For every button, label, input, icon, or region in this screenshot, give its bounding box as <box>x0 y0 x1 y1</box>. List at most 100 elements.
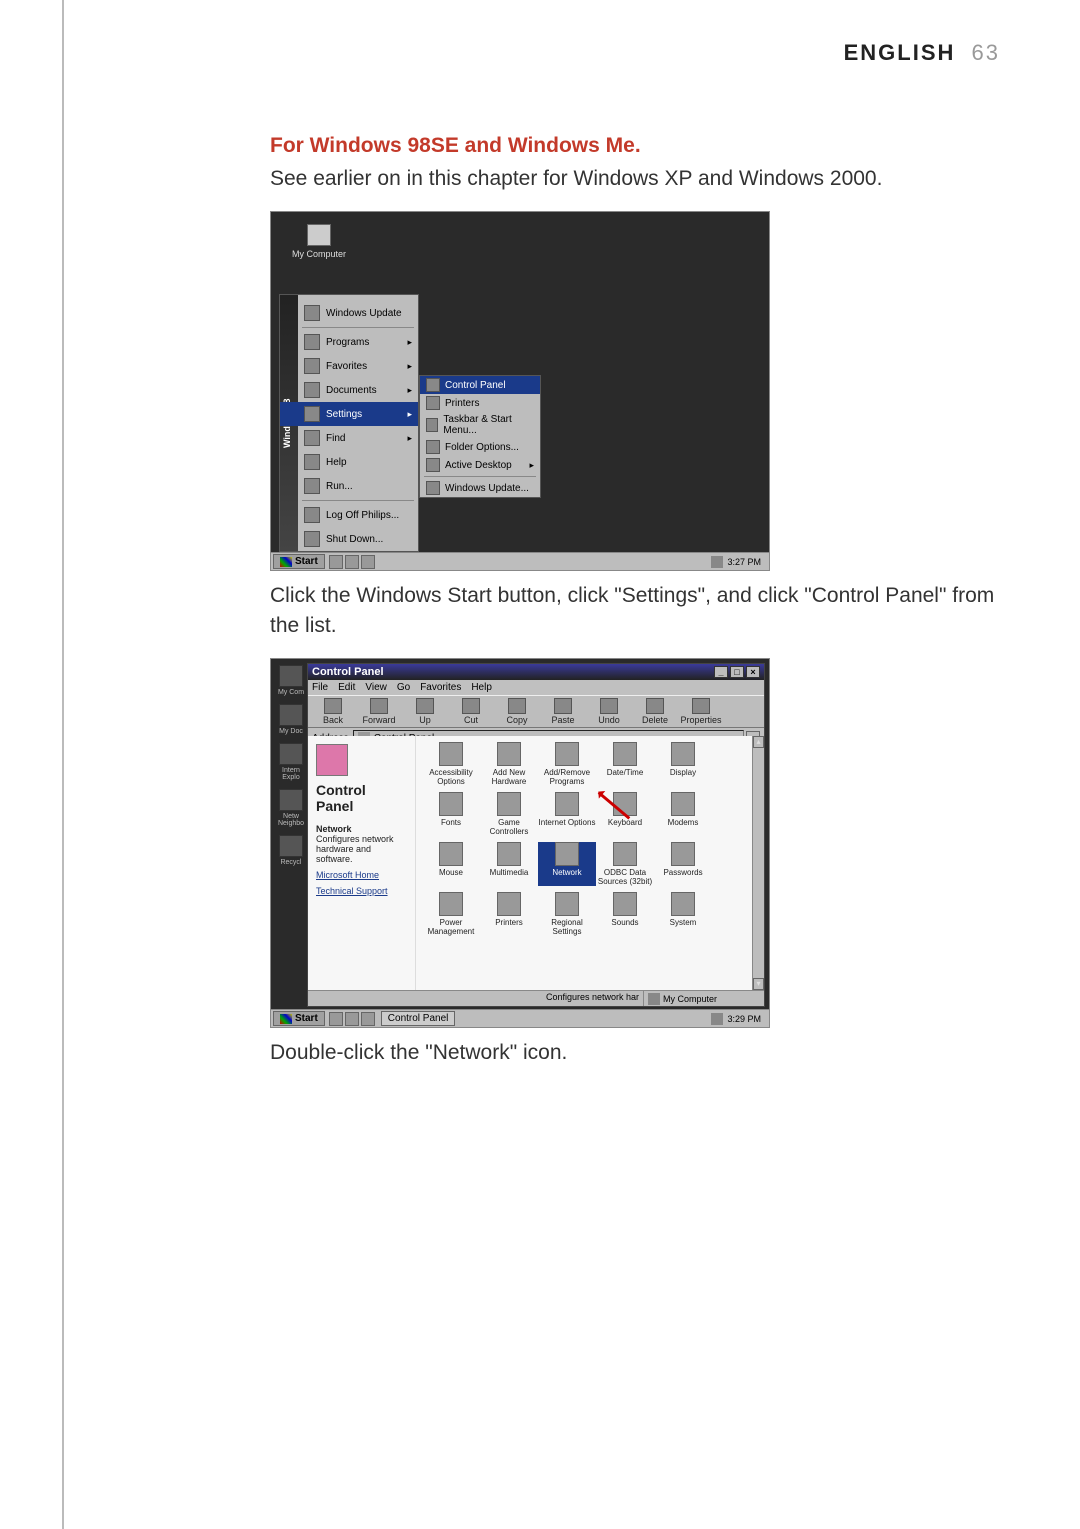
mouse-icon <box>439 842 463 866</box>
cp-printers[interactable]: Printers <box>480 892 538 936</box>
cp-mouse[interactable]: Mouse <box>422 842 480 886</box>
cp-date-time[interactable]: Date/Time <box>596 742 654 786</box>
desktop-icon[interactable] <box>279 704 303 726</box>
minimize-button[interactable]: _ <box>714 666 728 678</box>
tool-undo[interactable]: Undo <box>586 698 632 725</box>
cp-network[interactable]: Network <box>538 842 596 886</box>
menu-edit[interactable]: Edit <box>338 682 355 693</box>
cp-add-hardware[interactable]: Add New Hardware <box>480 742 538 786</box>
menu-find[interactable]: Find▸ <box>280 426 418 450</box>
start-menu: Windows98 Windows Update Programs▸ Favor… <box>279 294 419 552</box>
cp-game[interactable]: Game Controllers <box>480 792 538 836</box>
screenshot-controlpanel: My Com My Doc Intern Explo Netw Neighbo … <box>270 658 770 1028</box>
quicklaunch-icon[interactable] <box>361 555 375 569</box>
menu-favorites[interactable]: Favorites <box>420 682 461 693</box>
menu-help[interactable]: Help <box>280 450 418 474</box>
update-icon <box>304 305 320 321</box>
cp-fonts[interactable]: Fonts <box>422 792 480 836</box>
copy-icon <box>508 698 526 714</box>
cp-modems[interactable]: Modems <box>654 792 712 836</box>
quicklaunch-icon[interactable] <box>345 1012 359 1026</box>
update-icon <box>426 481 440 495</box>
control-panel-logo-icon <box>316 744 348 776</box>
logoff-icon <box>304 507 320 523</box>
regional-icon <box>555 892 579 916</box>
programs-icon <box>304 334 320 350</box>
menu-logoff[interactable]: Log Off Philips... <box>280 503 418 527</box>
submenu-folder-options[interactable]: Folder Options... <box>420 438 540 456</box>
cp-display[interactable]: Display <box>654 742 712 786</box>
cp-add-remove[interactable]: Add/Remove Programs <box>538 742 596 786</box>
cp-system[interactable]: System <box>654 892 712 936</box>
content-area: For Windows 98SE and Windows Me. See ear… <box>270 134 1010 1086</box>
menu-file[interactable]: File <box>312 682 328 693</box>
tool-properties[interactable]: Properties <box>678 698 724 725</box>
menu-windows-update[interactable]: Windows Update <box>280 295 418 325</box>
intro-text: See earlier on in this chapter for Windo… <box>270 164 1010 193</box>
clock: 3:27 PM <box>727 557 761 567</box>
taskbar-window-button[interactable]: Control Panel <box>381 1011 456 1026</box>
paste-icon <box>554 698 572 714</box>
menu-documents[interactable]: Documents▸ <box>280 378 418 402</box>
scroll-down-icon[interactable]: ▾ <box>753 978 764 990</box>
quicklaunch-icon[interactable] <box>329 1012 343 1026</box>
menu-settings[interactable]: Settings▸ <box>280 402 418 426</box>
menu-run[interactable]: Run... <box>280 474 418 498</box>
link-ms-home[interactable]: Microsoft Home <box>316 870 407 880</box>
tray-icon[interactable] <box>711 556 723 568</box>
menu-favorites[interactable]: Favorites▸ <box>280 354 418 378</box>
submenu-active-desktop[interactable]: Active Desktop▸ <box>420 456 540 474</box>
tray-icon[interactable] <box>711 1013 723 1025</box>
titlebar[interactable]: Control Panel _ □ × <box>308 664 764 680</box>
status-location: My Computer <box>644 991 764 1006</box>
tool-delete[interactable]: Delete <box>632 698 678 725</box>
submenu-printers[interactable]: Printers <box>420 394 540 412</box>
chevron-right-icon: ▸ <box>407 385 412 396</box>
cp-internet[interactable]: Internet Options <box>538 792 596 836</box>
cp-odbc[interactable]: ODBC Data Sources (32bit) <box>596 842 654 886</box>
tool-paste[interactable]: Paste <box>540 698 586 725</box>
tool-forward[interactable]: Forward <box>356 698 402 725</box>
scrollbar[interactable]: ▴ ▾ <box>752 736 764 990</box>
cp-sounds[interactable]: Sounds <box>596 892 654 936</box>
my-computer-icon[interactable]: My Computer <box>289 224 349 259</box>
desktop-icon[interactable] <box>279 835 303 857</box>
submenu-taskbar[interactable]: Taskbar & Start Menu... <box>420 412 540 438</box>
menu-help[interactable]: Help <box>471 682 492 693</box>
computer-icon <box>307 224 331 246</box>
tool-copy[interactable]: Copy <box>494 698 540 725</box>
quicklaunch-icon[interactable] <box>329 555 343 569</box>
menu-shutdown[interactable]: Shut Down... <box>280 527 418 551</box>
tool-cut[interactable]: Cut <box>448 698 494 725</box>
window-title: Control Panel <box>312 666 384 678</box>
cp-regional[interactable]: Regional Settings <box>538 892 596 936</box>
scroll-up-icon[interactable]: ▴ <box>753 736 764 748</box>
icon-row: Power Management Printers Regional Setti… <box>422 892 758 936</box>
undo-icon <box>600 698 618 714</box>
icon-row: Mouse Multimedia Network ODBC Data Sourc… <box>422 842 758 886</box>
icon-row: Fonts Game Controllers Internet Options … <box>422 792 758 836</box>
quicklaunch-icon[interactable] <box>361 1012 375 1026</box>
desktop-icon[interactable] <box>279 665 303 687</box>
maximize-button[interactable]: □ <box>730 666 744 678</box>
close-button[interactable]: × <box>746 666 760 678</box>
cp-accessibility[interactable]: Accessibility Options <box>422 742 480 786</box>
submenu-windows-update[interactable]: Windows Update... <box>420 479 540 497</box>
quicklaunch-icon[interactable] <box>345 555 359 569</box>
start-button[interactable]: Start <box>273 1011 325 1026</box>
menu-go[interactable]: Go <box>397 682 410 693</box>
start-button[interactable]: Start <box>273 554 325 569</box>
cp-power[interactable]: Power Management <box>422 892 480 936</box>
submenu-control-panel[interactable]: Control Panel <box>420 376 540 394</box>
tool-up[interactable]: Up <box>402 698 448 725</box>
link-tech-support[interactable]: Technical Support <box>316 886 407 896</box>
desktop-icon[interactable] <box>279 789 303 811</box>
tool-back[interactable]: Back <box>310 698 356 725</box>
desktop-icon[interactable] <box>279 743 303 765</box>
menu-programs[interactable]: Programs▸ <box>280 330 418 354</box>
cp-multimedia[interactable]: Multimedia <box>480 842 538 886</box>
cp-passwords[interactable]: Passwords <box>654 842 712 886</box>
passwords-icon <box>671 842 695 866</box>
menu-view[interactable]: View <box>365 682 387 693</box>
quick-launch <box>329 1012 377 1026</box>
